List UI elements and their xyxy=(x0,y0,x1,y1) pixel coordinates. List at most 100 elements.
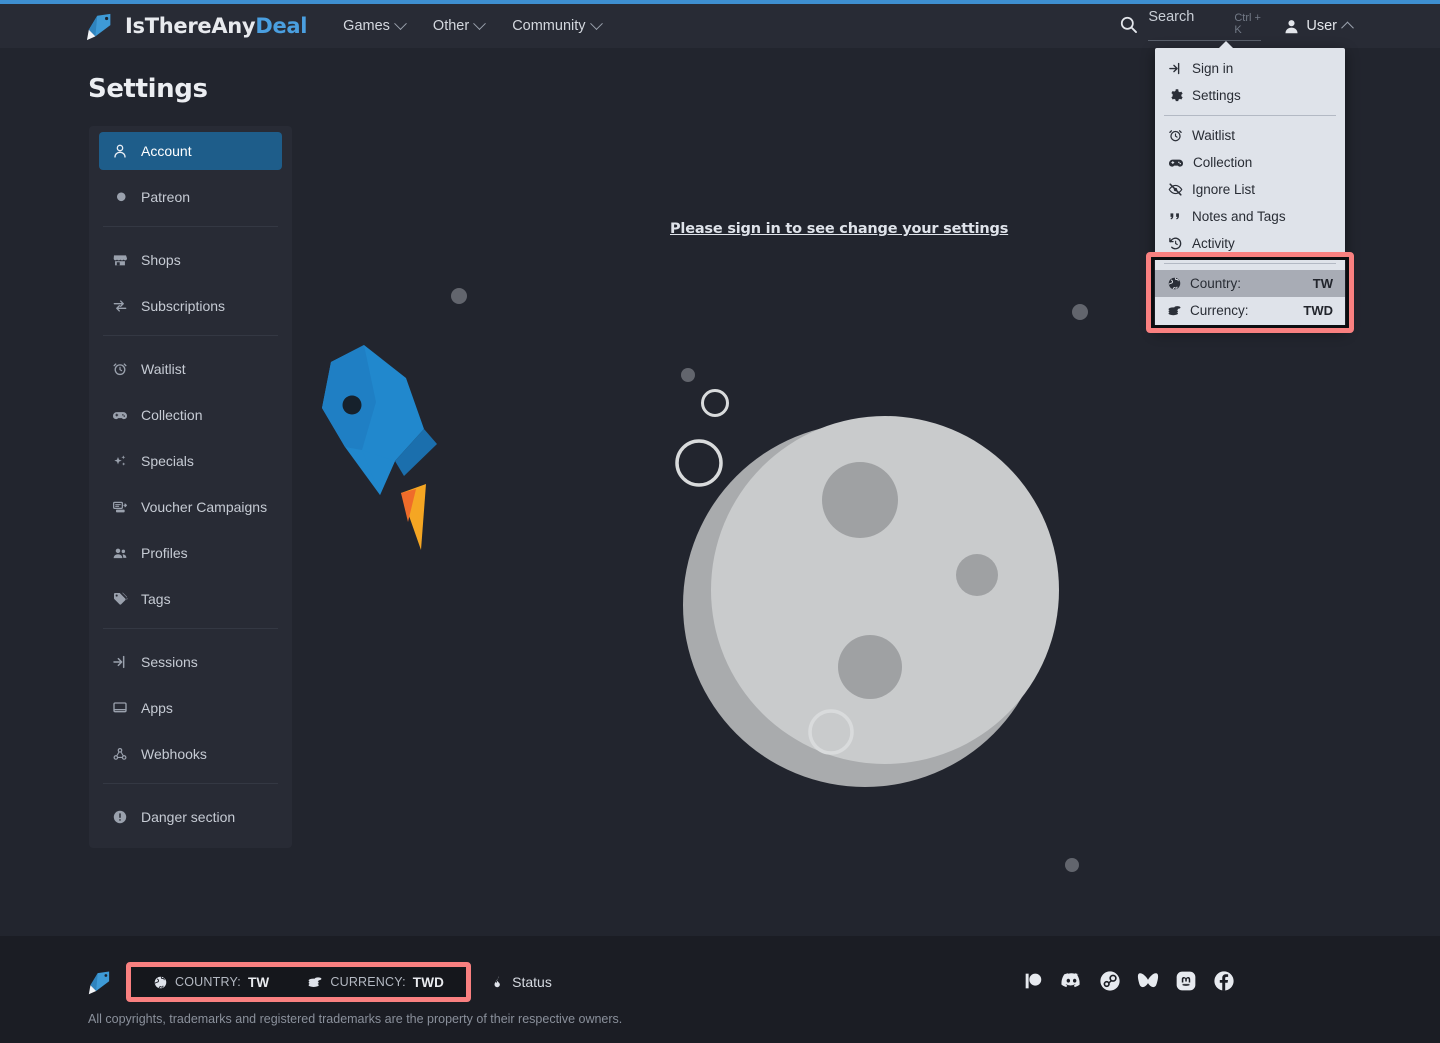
dropdown-country-label: Country: xyxy=(1190,276,1242,291)
settings-sidebar: Account Patreon Shops Subscriptions Wait… xyxy=(89,126,292,848)
footer-currency-value: TWD xyxy=(412,974,445,990)
bluesky-icon[interactable] xyxy=(1137,970,1159,992)
sidebar-item-label: Apps xyxy=(141,700,173,716)
sidebar-item-sessions[interactable]: Sessions xyxy=(99,643,282,681)
user-menu-button[interactable]: User xyxy=(1283,18,1354,35)
dropdown-item-settings[interactable]: Settings xyxy=(1155,82,1345,109)
flame-icon xyxy=(494,976,500,988)
dropdown-item-activity[interactable]: Activity xyxy=(1155,230,1345,257)
sidebar-item-voucher-campaigns[interactable]: Voucher Campaigns xyxy=(99,488,282,526)
dropdown-item-label: Notes and Tags xyxy=(1192,209,1286,224)
dropdown-currency-value: TWD xyxy=(1303,303,1333,318)
search-icon xyxy=(1121,16,1138,33)
chevron-down-icon xyxy=(589,16,603,30)
star-dot xyxy=(451,288,467,304)
dropdown-item-ignore-list[interactable]: Ignore List xyxy=(1155,176,1345,203)
alarm-clock-icon xyxy=(112,361,128,377)
sidebar-item-label: Patreon xyxy=(141,189,191,205)
moon-crater xyxy=(956,554,998,596)
sidebar-item-waitlist[interactable]: Waitlist xyxy=(99,350,282,388)
chevron-down-icon xyxy=(473,16,487,30)
sidebar-item-webhooks[interactable]: Webhooks xyxy=(99,735,282,773)
search-box[interactable]: Search Ctrl + K xyxy=(1119,8,1262,44)
monitor-icon xyxy=(112,700,128,716)
alarm-clock-icon xyxy=(1169,130,1182,142)
dropdown-item-notes-and-tags[interactable]: Notes and Tags xyxy=(1155,203,1345,230)
mastodon-icon[interactable] xyxy=(1175,970,1197,992)
footer-social-links xyxy=(1022,969,1235,992)
itad-tag-icon xyxy=(88,971,110,995)
tag-icon xyxy=(112,591,128,607)
dropdown-country-selector[interactable]: Country: TW xyxy=(1155,270,1345,297)
history-icon xyxy=(1169,237,1182,250)
sidebar-item-collection[interactable]: Collection xyxy=(99,396,282,434)
nav-item-community[interactable]: Community xyxy=(512,16,603,34)
sparkles-icon xyxy=(112,453,128,469)
page-title: Settings xyxy=(88,74,208,104)
patreon-icon xyxy=(112,189,128,205)
sidebar-item-subscriptions[interactable]: Subscriptions xyxy=(99,287,282,325)
sidebar-item-account[interactable]: Account xyxy=(99,132,282,170)
sidebar-item-label: Collection xyxy=(141,407,203,423)
steam-icon[interactable] xyxy=(1099,970,1121,992)
main-nav: Games Other Community xyxy=(343,16,603,34)
dropdown-item-collection[interactable]: Collection xyxy=(1155,149,1345,176)
sidebar-item-label: Tags xyxy=(141,591,171,607)
search-input[interactable]: Search Ctrl + K xyxy=(1148,8,1262,41)
footer-status-label: Status xyxy=(512,974,552,990)
itad-tag-icon xyxy=(86,13,111,41)
search-placeholder: Search xyxy=(1148,8,1195,25)
nav-item-games[interactable]: Games xyxy=(343,16,407,34)
users-icon xyxy=(112,545,128,561)
gamepad-icon xyxy=(1169,159,1183,167)
sidebar-item-shops[interactable]: Shops xyxy=(99,241,282,279)
star-dot xyxy=(1072,304,1088,320)
coins-icon xyxy=(308,977,322,987)
brand-wordmark: IsThereAnyDeal xyxy=(125,14,308,38)
dropdown-currency-selector[interactable]: Currency: TWD xyxy=(1155,297,1345,324)
nav-item-other[interactable]: Other xyxy=(433,16,487,34)
discord-icon[interactable] xyxy=(1060,969,1083,992)
dropdown-item-label: Settings xyxy=(1192,88,1241,103)
sidebar-item-profiles[interactable]: Profiles xyxy=(99,534,282,572)
alert-icon xyxy=(112,809,128,825)
star-dot xyxy=(681,368,695,382)
chevron-down-icon xyxy=(394,16,407,30)
sidebar-item-patreon[interactable]: Patreon xyxy=(99,178,282,216)
sidebar-item-apps[interactable]: Apps xyxy=(99,689,282,727)
sign-in-icon xyxy=(112,654,128,670)
sidebar-divider xyxy=(103,226,278,227)
user-menu-label: User xyxy=(1306,18,1337,34)
quote-icon xyxy=(1170,213,1179,220)
sidebar-item-label: Account xyxy=(141,143,192,159)
nav-label: Community xyxy=(512,18,586,34)
dropdown-item-label: Activity xyxy=(1192,236,1235,251)
dropdown-item-label: Collection xyxy=(1193,155,1253,170)
sidebar-item-label: Specials xyxy=(141,453,194,469)
footer-currency-selector[interactable]: CURRENCY: TWD xyxy=(307,974,444,990)
facebook-icon[interactable] xyxy=(1213,970,1235,992)
dropdown-item-waitlist[interactable]: Waitlist xyxy=(1155,122,1345,149)
dropdown-item-sign-in[interactable]: Sign in xyxy=(1155,55,1345,82)
footer-currency-label: CURRENCY: xyxy=(330,975,406,989)
sidebar-item-specials[interactable]: Specials xyxy=(99,442,282,480)
voucher-icon xyxy=(112,499,128,515)
site-logo[interactable]: IsThereAnyDeal xyxy=(86,11,307,41)
sign-in-icon xyxy=(1169,62,1180,75)
sidebar-divider xyxy=(103,335,278,336)
coins-icon xyxy=(1168,306,1181,316)
footer-top-row: COUNTRY: TW CURRENCY: TWD Status xyxy=(88,962,552,1002)
footer-country-label: COUNTRY: xyxy=(175,975,241,989)
patreon-icon[interactable] xyxy=(1022,970,1044,992)
footer-status-link[interactable]: Status xyxy=(491,974,552,990)
footer-country-selector[interactable]: COUNTRY: TW xyxy=(153,975,269,990)
user-dropdown-menu[interactable]: Sign in Settings Waitlist Collection Ign… xyxy=(1155,41,1345,328)
sidebar-item-label: Voucher Campaigns xyxy=(141,499,268,515)
globe-icon xyxy=(1168,277,1181,290)
moon-crater-outline xyxy=(701,389,729,417)
store-icon xyxy=(112,252,128,268)
sidebar-item-danger-section[interactable]: Danger section xyxy=(99,798,282,836)
sidebar-item-label: Subscriptions xyxy=(141,298,226,314)
search-shortcut-hint: Ctrl + K xyxy=(1234,11,1261,36)
sidebar-item-tags[interactable]: Tags xyxy=(99,580,282,618)
